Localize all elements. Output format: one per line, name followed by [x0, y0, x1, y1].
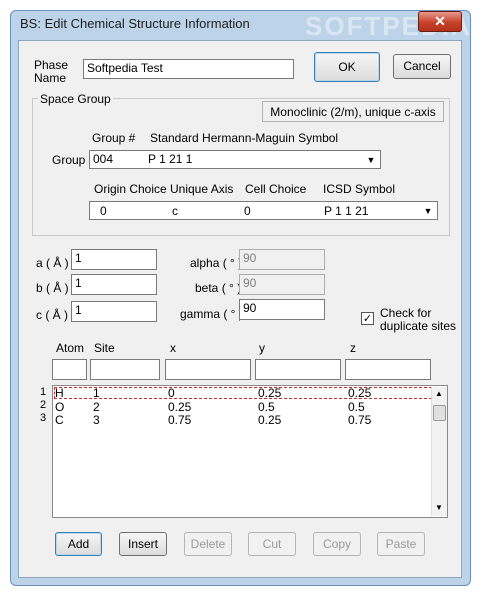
insert-button[interactable]: Insert	[119, 532, 167, 556]
duplicate-sites-checkbox[interactable]: ✓	[361, 312, 374, 325]
site-filter-input[interactable]	[90, 359, 160, 380]
table-cell[interactable]: 0.75	[168, 413, 191, 427]
table-cell[interactable]: 0.25	[348, 386, 371, 400]
table-cell[interactable]: 0.25	[258, 413, 281, 427]
phase-name-input[interactable]: Softpedia Test	[83, 59, 294, 79]
close-button[interactable]: ✕	[418, 11, 462, 32]
table-row-selected[interactable]	[54, 387, 432, 399]
atom-table[interactable]: H 1 0 0.25 0.25 O 2 0.25 0.5 0.5 C 3 0.7…	[52, 385, 448, 518]
chevron-down-icon[interactable]: ▼	[421, 204, 435, 218]
table-cell[interactable]: 1	[93, 386, 100, 400]
cell-choice-header: Cell Choice	[245, 182, 307, 196]
origin-choice-header: Origin Choice	[94, 182, 167, 196]
a-label: a ( Å )	[36, 256, 69, 270]
crystal-system-display: Monoclinic (2/m), unique c-axis	[262, 101, 444, 122]
origin-choice-value: 0	[100, 204, 107, 218]
cell-choice-value: 0	[244, 204, 251, 218]
table-cell[interactable]: 2	[93, 400, 100, 414]
gamma-label: gamma ( ° )	[180, 307, 243, 321]
b-label: b ( Å )	[36, 281, 69, 295]
table-cell[interactable]: 0.25	[168, 400, 191, 414]
table-cell[interactable]: 0	[168, 386, 175, 400]
chevron-down-icon[interactable]: ▼	[364, 153, 378, 167]
scroll-thumb[interactable]	[433, 405, 446, 421]
phase-label-line2: Name	[34, 71, 67, 85]
ok-button[interactable]: OK	[314, 52, 380, 82]
c-input[interactable]: 1	[71, 301, 157, 322]
duplicate-label-line1: Check for	[380, 306, 432, 320]
atom-column-header: Atom	[56, 341, 85, 355]
alpha-input: 90	[239, 249, 325, 270]
add-button[interactable]: Add	[55, 532, 102, 556]
beta-label: beta ( ° )	[195, 281, 242, 295]
z-filter-input[interactable]	[345, 359, 431, 380]
table-cell[interactable]: 0.75	[348, 413, 371, 427]
gamma-input[interactable]: 90	[239, 299, 325, 320]
group-number-value: 004	[93, 152, 114, 166]
duplicate-label-line2: duplicate sites	[380, 319, 457, 333]
scroll-down-icon[interactable]: ▼	[435, 503, 443, 512]
group-number-header: Group #	[92, 131, 136, 145]
table-cell[interactable]: 0.5	[258, 400, 275, 414]
x-column-header: x	[170, 341, 176, 355]
hm-symbol-value: P 1 21 1	[148, 152, 193, 166]
paste-button[interactable]: Paste	[377, 532, 425, 556]
copy-button[interactable]: Copy	[313, 532, 361, 556]
cancel-button[interactable]: Cancel	[393, 54, 451, 79]
delete-button[interactable]: Delete	[184, 532, 232, 556]
hm-symbol-header: Standard Hermann-Maguin Symbol	[150, 131, 339, 145]
y-filter-input[interactable]	[255, 359, 341, 380]
table-cell[interactable]: 0.5	[348, 400, 365, 414]
space-group-legend: Space Group	[38, 92, 113, 106]
c-label: c ( Å )	[36, 308, 68, 322]
scroll-up-icon[interactable]: ▲	[435, 389, 443, 398]
x-filter-input[interactable]	[165, 359, 251, 380]
unique-axis-value: c	[172, 204, 178, 218]
checkmark-icon: ✓	[362, 313, 373, 325]
a-input[interactable]: 1	[71, 249, 157, 270]
table-cell[interactable]: H	[55, 386, 64, 400]
atom-filter-input[interactable]	[52, 359, 87, 380]
y-column-header: y	[259, 341, 265, 355]
setting-select[interactable]: 0 c 0 P 1 1 21 ▼	[89, 201, 438, 220]
window-title: BS: Edit Chemical Structure Information	[20, 16, 250, 31]
row-number: 3	[40, 412, 47, 424]
row-number: 1	[40, 386, 47, 398]
phase-label-line1: Phase	[34, 58, 69, 72]
beta-input: 90	[239, 274, 325, 295]
icsd-symbol-header: ICSD Symbol	[323, 182, 396, 196]
icsd-symbol-value: P 1 1 21	[324, 204, 369, 218]
b-input[interactable]: 1	[71, 274, 157, 295]
table-cell[interactable]: O	[55, 400, 64, 414]
table-cell[interactable]: 3	[93, 413, 100, 427]
alpha-label: alpha ( ° )	[190, 256, 243, 270]
close-icon: ✕	[434, 13, 446, 29]
table-cell[interactable]: C	[55, 413, 64, 427]
row-number: 2	[40, 399, 47, 411]
cut-button[interactable]: Cut	[248, 532, 296, 556]
group-label: Group :	[52, 153, 93, 167]
vertical-scrollbar[interactable]: ▲ ▼	[431, 387, 447, 516]
unique-axis-header: Unique Axis	[170, 182, 234, 196]
z-column-header: z	[350, 341, 356, 355]
space-group-select[interactable]: 004 P 1 21 1 ▼	[89, 150, 381, 169]
site-column-header: Site	[94, 341, 115, 355]
table-cell[interactable]: 0.25	[258, 386, 281, 400]
